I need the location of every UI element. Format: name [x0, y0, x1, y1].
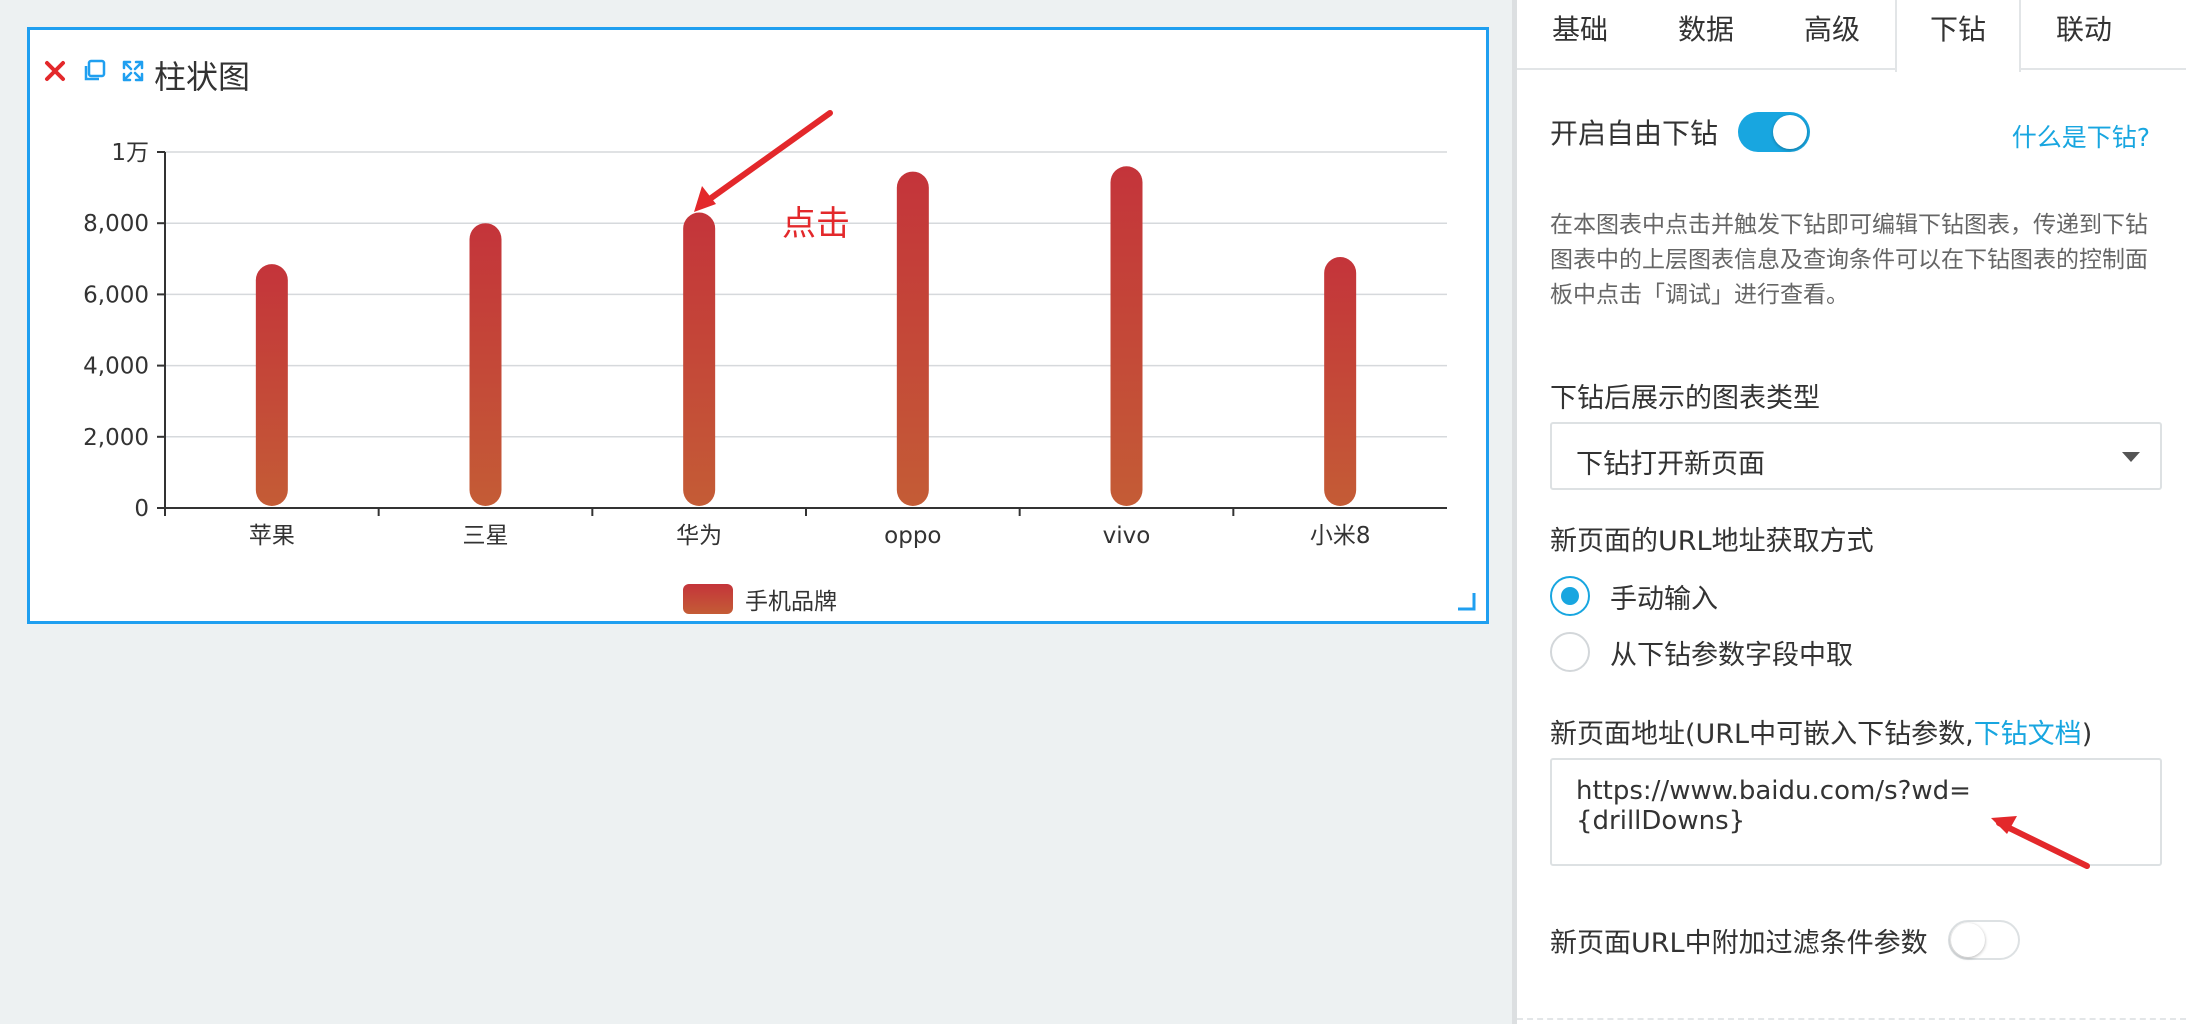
bar-苹果[interactable]: [255, 264, 288, 506]
x-tick-label: 小米8: [1310, 523, 1371, 549]
annotation-label: 点击: [782, 204, 850, 244]
bar-vivo[interactable]: [1110, 166, 1143, 507]
section-divider: [1517, 1018, 2186, 1020]
chart-legend[interactable]: 手机品牌: [683, 582, 837, 616]
bar-chart: 0 2,000 4,000 6,000 8,000 1万苹果 三星 华为 oppo vivo 小米8: [83, 140, 1447, 549]
x-tick-label: 三星: [463, 523, 509, 549]
chart-widget[interactable]: 柱状图 0 2,000 4,000 6,000 8,000 1万 苹果 三星 华为 oppo viv…: [27, 27, 1489, 624]
x-tick-label: 苹果: [249, 523, 295, 549]
bar-华为[interactable]: [683, 212, 716, 506]
settings-panel: 基础 数据 高级 下钻 联动 开启自由下钻 什么是下钻? 在本图表中点击并触发下…: [1517, 0, 2186, 1024]
y-tick-label: 8,000: [83, 211, 149, 237]
bar-三星[interactable]: [469, 223, 502, 506]
filter-toggle[interactable]: [1947, 920, 2020, 960]
y-tick-label: 4,000: [83, 354, 149, 380]
filter-row: 新页面URL中附加过滤条件参数: [1550, 920, 2020, 960]
legend-swatch: [683, 584, 733, 614]
bar-小米8[interactable]: [1324, 257, 1357, 506]
y-tick-label: 6,000: [83, 282, 149, 308]
y-tick-label: 0: [134, 496, 149, 522]
filter-label: 新页面URL中附加过滤条件参数: [1550, 927, 1928, 959]
url-annotation-arrow: [1991, 816, 2090, 869]
toggle-knob: [1950, 923, 1985, 957]
x-tick-label: oppo: [884, 523, 941, 549]
resize-handle[interactable]: [1456, 591, 1476, 611]
x-tick-label: 华为: [676, 523, 722, 549]
x-tick-label: vivo: [1103, 523, 1151, 549]
y-tick-label: 1万: [111, 140, 149, 166]
y-tick-label: 2,000: [83, 425, 149, 451]
legend-label: 手机品牌: [745, 589, 837, 615]
bar-oppo[interactable]: [896, 171, 929, 506]
